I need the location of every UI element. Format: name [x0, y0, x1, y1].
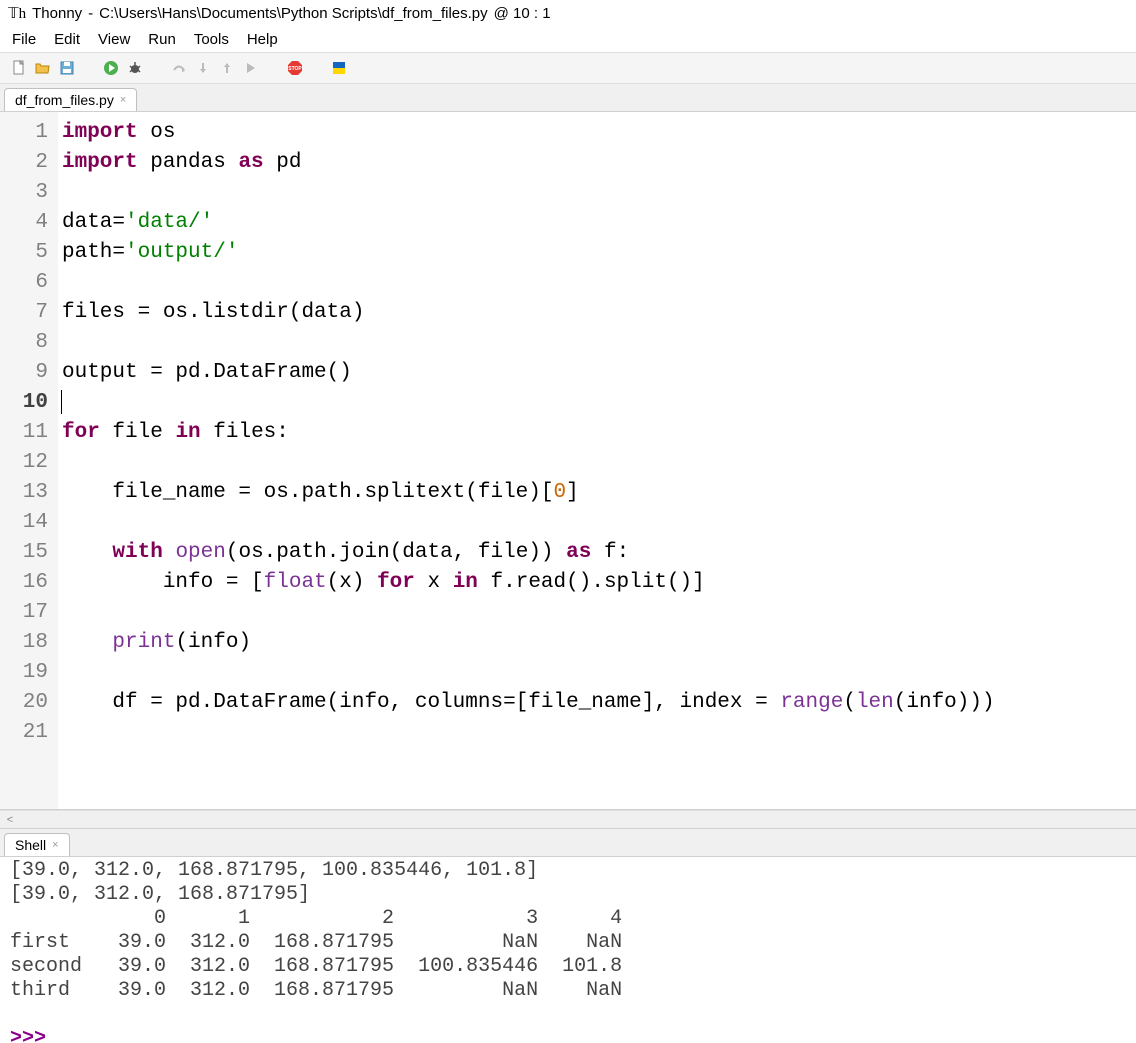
- code-line[interactable]: file_name = os.path.splitext(file)[0]: [62, 478, 1132, 508]
- line-number: 10: [4, 388, 48, 418]
- editor-tab-label: df_from_files.py: [15, 92, 114, 108]
- menu-edit[interactable]: Edit: [46, 29, 88, 50]
- shell-line: [39.0, 312.0, 168.871795]: [10, 883, 1126, 907]
- menu-run[interactable]: Run: [140, 29, 184, 50]
- code-line[interactable]: data='data/': [62, 208, 1132, 238]
- step-out-icon[interactable]: [218, 59, 236, 77]
- code-line[interactable]: path='output/': [62, 238, 1132, 268]
- run-icon[interactable]: [102, 59, 120, 77]
- code-line[interactable]: output = pd.DataFrame(): [62, 358, 1132, 388]
- shell-prompt: >>>: [10, 1027, 58, 1043]
- line-number: 16: [4, 568, 48, 598]
- line-number: 18: [4, 628, 48, 658]
- app-logo-icon: 𝕋h: [8, 4, 26, 23]
- title-bar: 𝕋h Thonny - C:\Users\Hans\Documents\Pyth…: [0, 0, 1136, 27]
- line-number: 8: [4, 328, 48, 358]
- resume-icon[interactable]: [242, 59, 260, 77]
- shell-line: 0 1 2 3 4: [10, 907, 1126, 931]
- editor-horizontal-scrollbar[interactable]: <: [0, 810, 1136, 828]
- file-path: C:\Users\Hans\Documents\Python Scripts\d…: [99, 5, 487, 22]
- shell-output[interactable]: [39.0, 312.0, 168.871795, 100.835446, 10…: [0, 857, 1136, 1043]
- stop-icon[interactable]: STOP: [286, 59, 304, 77]
- code-line[interactable]: with open(os.path.join(data, file)) as f…: [62, 538, 1132, 568]
- editor-tab-bar: df_from_files.py ×: [0, 84, 1136, 112]
- line-number: 1: [4, 118, 48, 148]
- code-area[interactable]: import osimport pandas as pd data='data/'…: [58, 112, 1136, 809]
- menu-view[interactable]: View: [90, 29, 138, 50]
- code-line[interactable]: [62, 388, 1132, 418]
- svg-text:STOP: STOP: [288, 66, 302, 72]
- close-icon[interactable]: ×: [52, 839, 58, 851]
- line-number: 11: [4, 418, 48, 448]
- line-number-gutter: 123456789101112131415161718192021: [0, 112, 58, 809]
- line-number: 21: [4, 718, 48, 748]
- editor[interactable]: 123456789101112131415161718192021 import…: [0, 112, 1136, 810]
- step-over-icon[interactable]: [170, 59, 188, 77]
- line-number: 15: [4, 538, 48, 568]
- shell-tab[interactable]: Shell ×: [4, 833, 70, 856]
- line-number: 19: [4, 658, 48, 688]
- scroll-left-icon[interactable]: <: [4, 814, 16, 826]
- shell-line: first 39.0 312.0 168.871795 NaN NaN: [10, 931, 1126, 955]
- line-number: 7: [4, 298, 48, 328]
- code-line[interactable]: import os: [62, 118, 1132, 148]
- editor-tab[interactable]: df_from_files.py ×: [4, 88, 137, 111]
- code-line[interactable]: [62, 598, 1132, 628]
- line-number: 4: [4, 208, 48, 238]
- toolbar: STOP: [0, 52, 1136, 84]
- code-line[interactable]: df = pd.DataFrame(info, columns=[file_na…: [62, 688, 1132, 718]
- shell-tab-label: Shell: [15, 837, 46, 853]
- shell-line: [39.0, 312.0, 168.871795, 100.835446, 10…: [10, 859, 1126, 883]
- line-number: 13: [4, 478, 48, 508]
- save-icon[interactable]: [58, 59, 76, 77]
- flag-icon[interactable]: [330, 59, 348, 77]
- code-line[interactable]: for file in files:: [62, 418, 1132, 448]
- code-line[interactable]: [62, 718, 1132, 748]
- line-number: 17: [4, 598, 48, 628]
- shell-panel: Shell × [39.0, 312.0, 168.871795, 100.83…: [0, 828, 1136, 1043]
- title-sep: -: [88, 5, 93, 22]
- line-number: 20: [4, 688, 48, 718]
- close-icon[interactable]: ×: [120, 94, 126, 106]
- menu-file[interactable]: File: [4, 29, 44, 50]
- code-line[interactable]: [62, 658, 1132, 688]
- menu-bar: FileEditViewRunToolsHelp: [0, 27, 1136, 52]
- shell-input-line[interactable]: >>>: [10, 1027, 1126, 1043]
- code-line[interactable]: print(info): [62, 628, 1132, 658]
- line-number: 12: [4, 448, 48, 478]
- line-number: 2: [4, 148, 48, 178]
- line-number: 14: [4, 508, 48, 538]
- code-line[interactable]: files = os.listdir(data): [62, 298, 1132, 328]
- line-number: 6: [4, 268, 48, 298]
- code-line[interactable]: [62, 508, 1132, 538]
- debug-icon[interactable]: [126, 59, 144, 77]
- new-file-icon[interactable]: [10, 59, 28, 77]
- line-number: 3: [4, 178, 48, 208]
- shell-tab-bar: Shell ×: [0, 829, 1136, 857]
- line-number: 9: [4, 358, 48, 388]
- text-cursor: [61, 390, 62, 414]
- app-name: Thonny: [32, 5, 82, 22]
- code-line[interactable]: info = [float(x) for x in f.read().split…: [62, 568, 1132, 598]
- menu-help[interactable]: Help: [239, 29, 286, 50]
- line-number: 5: [4, 238, 48, 268]
- step-into-icon[interactable]: [194, 59, 212, 77]
- cursor-position: @ 10 : 1: [494, 5, 551, 22]
- code-line[interactable]: [62, 328, 1132, 358]
- shell-line: second 39.0 312.0 168.871795 100.835446 …: [10, 955, 1126, 979]
- code-line[interactable]: import pandas as pd: [62, 148, 1132, 178]
- code-line[interactable]: [62, 448, 1132, 478]
- shell-line: third 39.0 312.0 168.871795 NaN NaN: [10, 979, 1126, 1003]
- open-file-icon[interactable]: [34, 59, 52, 77]
- menu-tools[interactable]: Tools: [186, 29, 237, 50]
- code-line[interactable]: [62, 268, 1132, 298]
- code-line[interactable]: [62, 178, 1132, 208]
